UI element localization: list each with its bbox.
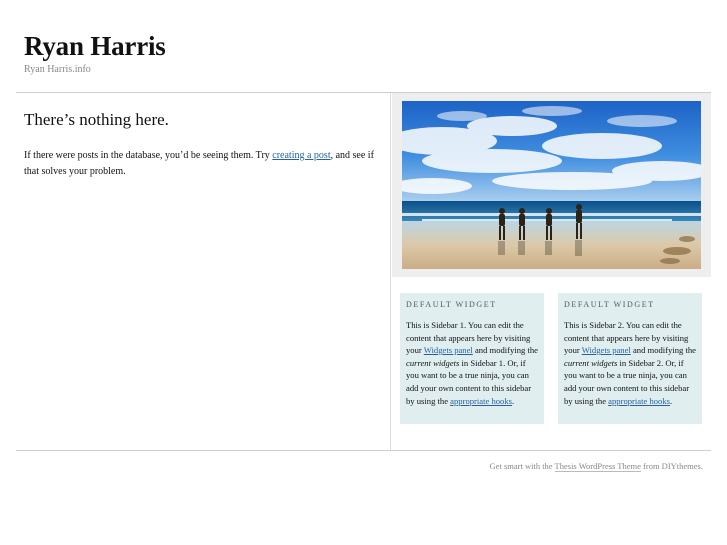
thesis-theme-link[interactable]: Thesis WordPress Theme	[554, 461, 641, 472]
footer-credit: Get smart with the Thesis WordPress Them…	[489, 461, 703, 472]
sidebar-2-widget: Default Widget This is Sidebar 2. You ca…	[558, 293, 702, 424]
widget-emphasis: current widgets	[564, 357, 618, 368]
widget-text-part: .	[511, 395, 515, 406]
widget-text-part: and modifying the	[472, 345, 538, 356]
site-title[interactable]: Ryan Harris	[24, 31, 166, 61]
widget-text-part: .	[669, 395, 673, 406]
widget-emphasis: current widgets	[406, 357, 460, 368]
creating-a-post-link[interactable]: creating a post	[272, 150, 330, 161]
appropriate-hooks-link[interactable]: appropriate hooks	[608, 396, 670, 406]
notice-text-before: If there were posts in the database, you…	[24, 150, 273, 161]
sidebar-image-frame	[392, 93, 711, 277]
widget-title: Default Widget	[406, 300, 497, 309]
widgets-panel-link[interactable]: Widgets panel	[424, 345, 473, 355]
footer-text-after: from DIYthemes.	[640, 461, 703, 471]
appropriate-hooks-link[interactable]: appropriate hooks	[450, 396, 512, 406]
beach-runners-image	[402, 101, 701, 269]
footer-text-before: Get smart with the	[489, 461, 555, 471]
site-tagline: Ryan Harris.info	[24, 64, 91, 75]
widget-text: This is Sidebar 2. You can edit the cont…	[564, 319, 696, 407]
main-content: There’s nothing here. If there were post…	[16, 93, 390, 450]
widget-text: This is Sidebar 1. You can edit the cont…	[406, 319, 538, 407]
sidebar-1-widget: Default Widget This is Sidebar 1. You ca…	[400, 293, 544, 424]
site-footer: Get smart with the Thesis WordPress Them…	[16, 450, 711, 491]
widget-title: Default Widget	[564, 300, 655, 309]
site-header: Ryan Harris Ryan Harris.info	[16, 0, 711, 93]
widgets-panel-link[interactable]: Widgets panel	[582, 345, 631, 355]
widget-text-part: and modifying the	[630, 345, 696, 356]
empty-notice-text: If there were posts in the database, you…	[24, 148, 380, 180]
page-headline: There’s nothing here.	[24, 110, 169, 129]
column-divider	[390, 93, 391, 450]
